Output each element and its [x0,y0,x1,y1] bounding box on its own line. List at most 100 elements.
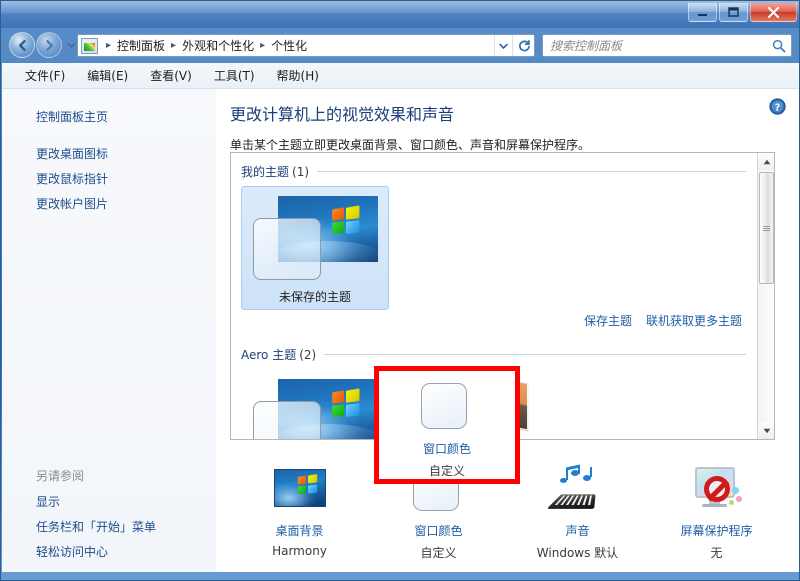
divider-line [324,354,746,355]
sidebar-item-change-mouse-pointers[interactable]: 更改鼠标指针 [2,166,216,191]
menu-bar: 文件(F) 编辑(E) 查看(V) 工具(T) 帮助(H) [2,63,799,89]
theme-label: 未保存的主题 [278,290,351,304]
setting-value: Harmony [272,544,327,558]
breadcrumb-separator: ▸ [260,40,266,51]
setting-value: 自定义 [428,464,465,478]
help-icon: ? [769,98,786,115]
setting-desktop-background[interactable]: 桌面背景 Harmony [230,450,369,568]
highlighted-setting-window-color[interactable]: 窗口颜色 自定义 [379,371,515,479]
control-panel-icon [81,37,98,54]
setting-screen-saver[interactable]: 屏幕保护程序 无 [647,450,786,568]
menu-tools[interactable]: 工具(T) [205,64,264,87]
windows-logo-icon [332,387,361,419]
close-icon [767,6,780,18]
windows-logo-icon [297,474,319,496]
window-caption-buttons [688,3,797,22]
scroll-up-button[interactable] [758,153,774,170]
windows-logo-icon [332,204,361,236]
address-bar-row: ▸ 控制面板 ▸ 外观和个性化 ▸ 个性化 [1,28,799,63]
theme-thumbnail [250,192,380,284]
window-color-highlight-box: 窗口颜色 自定义 [374,366,520,484]
setting-label[interactable]: 声音 [565,522,589,539]
sidebar-item-control-panel-home[interactable]: 控制面板主页 [2,104,216,129]
theme-list-scrollbar[interactable] [757,153,774,439]
sidebar-item-change-account-picture[interactable]: 更改帐户图片 [2,191,216,216]
maximize-icon [728,7,739,17]
setting-label[interactable]: 窗口颜色 [423,440,471,457]
address-dropdown-button[interactable] [494,35,512,56]
breadcrumb-bar[interactable]: ▸ 控制面板 ▸ 外观和个性化 ▸ 个性化 [77,34,535,57]
content-pane: ? 更改计算机上的视觉效果和声音 单击某个主题立即更改桌面背景、窗口颜色、声音和… [216,89,799,572]
refresh-icon [518,39,530,51]
scrollbar-thumb[interactable] [759,172,774,284]
sidebar-item-change-desktop-icons[interactable]: 更改桌面图标 [2,141,216,166]
forward-arrow-icon [45,39,53,51]
theme-links-row: 保存主题 联机获取更多主题 [241,312,758,338]
sidebar-see-also-section: 另请参阅 显示 任务栏和「开始」菜单 轻松访问中心 [2,464,216,564]
theme-item-unsaved[interactable]: 未保存的主题 [241,186,389,310]
search-input[interactable] [543,38,767,53]
breadcrumb-item-0[interactable]: 控制面板 [116,37,166,54]
navigation-buttons [9,32,78,58]
screensaver-icon [691,462,743,514]
save-theme-link[interactable]: 保存主题 [584,312,632,329]
menu-edit[interactable]: 编辑(E) [78,64,137,87]
setting-label[interactable]: 桌面背景 [275,522,323,539]
title-bar [1,1,799,28]
sidebar-item-display[interactable]: 显示 [2,489,216,514]
refresh-button[interactable] [512,35,534,56]
setting-label[interactable]: 屏幕保护程序 [680,522,752,539]
window-body: 控制面板主页 更改桌面图标 更改鼠标指针 更改帐户图片 另请参阅 显示 任务栏和… [2,89,799,572]
back-button[interactable] [9,32,35,58]
setting-value: 无 [710,546,723,560]
search-icon [767,39,791,53]
maximize-button[interactable] [719,3,748,22]
scrollbar-grip-icon [763,225,770,232]
setting-label[interactable]: 窗口颜色 [414,522,462,539]
wallpaper-icon [273,462,326,514]
chevron-down-icon [499,42,508,49]
no-entry-icon [703,476,730,502]
explorer-window: ▸ 控制面板 ▸ 外观和个性化 ▸ 个性化 搜索控制面板 文件(F) 编辑(E)… [0,0,800,581]
sidebar-item-ease-of-access-center[interactable]: 轻松访问中心 [2,539,216,564]
divider-line [317,171,746,172]
theme-group-count: (2) [299,347,317,362]
setting-value: Windows 默认 [536,546,619,560]
sidebar: 控制面板主页 更改桌面图标 更改鼠标指针 更改帐户图片 另请参阅 显示 任务栏和… [2,89,216,572]
window-color-icon [421,380,473,432]
get-more-themes-online-link[interactable]: 联机获取更多主题 [646,312,742,329]
breadcrumb-item-1[interactable]: 外观和个性化 [181,37,255,54]
chevron-down-icon [763,428,770,433]
svg-text:?: ? [775,102,781,113]
close-button[interactable] [750,3,797,22]
sidebar-item-taskbar-start-menu[interactable]: 任务栏和「开始」菜单 [2,514,216,539]
page-subtitle: 单击某个主题立即更改桌面背景、窗口颜色、声音和屏幕保护程序。 [230,138,591,152]
setting-value: 自定义 [420,546,457,560]
theme-group-header-my-themes: 我的主题 (1) [241,163,758,180]
menu-view[interactable]: 查看(V) [141,64,201,87]
breadcrumb-item-2[interactable]: 个性化 [270,37,308,54]
back-arrow-icon [18,39,26,51]
help-button[interactable]: ? [769,98,786,115]
menu-help[interactable]: 帮助(H) [268,64,328,87]
theme-thumbnail [250,375,380,439]
minimize-icon [698,13,707,16]
theme-window-preview [253,401,321,439]
scroll-down-button[interactable] [758,422,774,439]
page-title: 更改计算机上的视觉效果和声音 [230,105,455,124]
theme-group-count: (1) [292,164,310,179]
theme-window-preview [253,218,321,280]
theme-group-header-aero: Aero 主题 (2) [241,346,758,363]
theme-item-aero-1[interactable] [241,369,389,439]
see-also-heading: 另请参阅 [36,469,85,483]
theme-links: 保存主题 联机获取更多主题 [584,312,742,329]
theme-group-name: 我的主题 [241,165,290,179]
menu-file[interactable]: 文件(F) [16,64,74,87]
setting-sound[interactable]: 声音 Windows 默认 [508,450,647,568]
forward-button[interactable] [36,32,62,58]
theme-group-name: Aero 主题 [241,348,297,362]
search-box[interactable] [542,34,792,57]
chevron-up-icon [763,159,770,164]
breadcrumb-separator: ▸ [171,40,177,51]
minimize-button[interactable] [688,3,717,22]
